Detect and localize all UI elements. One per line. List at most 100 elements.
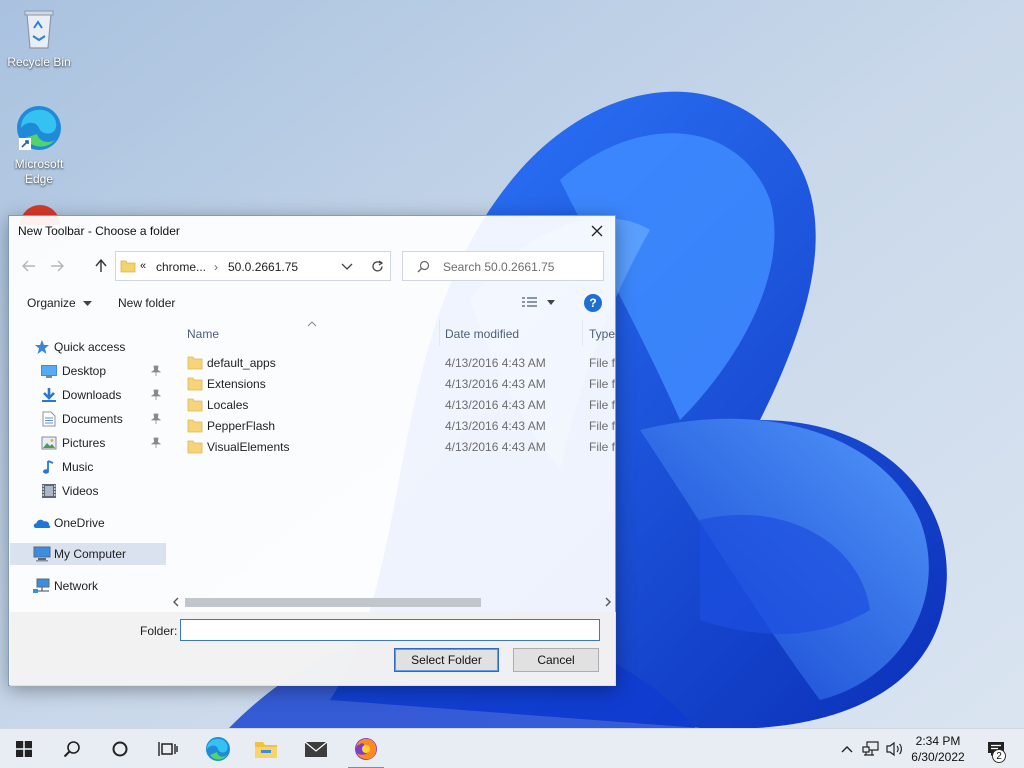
table-row[interactable]: Extensions 4/13/2016 4:43 AM File folder <box>175 373 615 394</box>
nav-label: Music <box>62 460 94 474</box>
search-icon <box>417 260 430 273</box>
back-button[interactable] <box>19 256 39 276</box>
desktop-icon-label: Recycle Bin <box>7 55 71 69</box>
show-hidden-icons-button[interactable] <box>838 729 856 768</box>
forward-button[interactable] <box>47 256 67 276</box>
help-button[interactable]: ? <box>584 294 602 312</box>
file-date: 4/13/2016 4:43 AM <box>445 377 546 391</box>
folder-icon <box>187 440 203 454</box>
close-button[interactable] <box>585 220 609 242</box>
dialog-footer: Folder: Select Folder Cancel <box>10 612 616 686</box>
nav-label: Quick access <box>54 340 126 354</box>
edge-icon <box>17 106 61 150</box>
nav-item-my-computer[interactable]: My Computer <box>10 543 166 565</box>
clock-time: 2:34 PM <box>915 734 961 748</box>
desktop-icon-recycle-bin[interactable]: Recycle Bin <box>4 6 74 70</box>
select-folder-button[interactable]: Select Folder <box>394 648 499 672</box>
caret-down-icon <box>83 301 93 306</box>
folder-icon <box>187 419 203 433</box>
help-icon: ? <box>589 296 597 310</box>
scroll-left-icon[interactable] <box>171 596 181 608</box>
pictures-icon <box>41 436 57 450</box>
organize-label: Organize <box>27 296 76 310</box>
navigation-row: « chrome... › 50.0.2661.75 Search 50.0.2… <box>9 250 615 282</box>
scroll-right-icon[interactable] <box>603 596 613 608</box>
cortana-button[interactable] <box>96 729 144 768</box>
nav-item-onedrive[interactable]: OneDrive <box>10 512 166 534</box>
folder-field-label: Folder: <box>140 624 178 638</box>
cancel-button[interactable]: Cancel <box>513 648 599 672</box>
nav-item-music[interactable]: Music <box>10 456 166 478</box>
table-row[interactable]: VisualElements 4/13/2016 4:43 AM File fo… <box>175 436 615 457</box>
view-options-button[interactable] <box>521 295 557 312</box>
nav-item-pictures[interactable]: Pictures <box>10 432 166 454</box>
taskbar-clock[interactable]: 2:34 PM 6/30/2022 <box>904 733 972 765</box>
table-row[interactable]: default_apps 4/13/2016 4:43 AM File fold… <box>175 352 615 373</box>
chevron-down-icon[interactable] <box>340 258 354 274</box>
taskbar: 2:34 PM 6/30/2022 2 <box>0 728 1024 768</box>
nav-label: Pictures <box>62 436 106 450</box>
cloud-icon <box>33 519 51 528</box>
arrow-up-icon <box>95 259 107 272</box>
task-view-button[interactable] <box>144 729 192 768</box>
column-header-name[interactable]: Name <box>175 320 439 346</box>
computer-icon <box>33 546 51 562</box>
up-button[interactable] <box>91 256 111 276</box>
refresh-button[interactable] <box>364 251 391 281</box>
navigation-pane: Quick access Desktop Downloads Documents… <box>10 320 166 612</box>
file-type: File folder <box>589 377 615 391</box>
taskbar-firefox[interactable] <box>342 729 390 768</box>
horizontal-scrollbar[interactable] <box>167 594 615 611</box>
organize-button[interactable]: Organize <box>27 296 93 310</box>
file-name: default_apps <box>207 356 276 370</box>
pin-icon[interactable] <box>151 413 161 425</box>
edge-icon <box>206 737 230 761</box>
close-icon <box>591 225 603 237</box>
nav-item-videos[interactable]: Videos <box>10 480 166 502</box>
file-date: 4/13/2016 4:43 AM <box>445 398 546 412</box>
desktop-icon-microsoft-edge[interactable]: Microsoft Edge <box>4 104 74 187</box>
pin-icon[interactable] <box>151 365 161 377</box>
taskbar-mail[interactable] <box>292 729 340 768</box>
taskbar-search-button[interactable] <box>48 729 96 768</box>
column-header-date[interactable]: Date modified <box>440 320 582 346</box>
breadcrumb-version[interactable]: 50.0.2661.75 <box>228 260 298 274</box>
task-view-icon <box>158 742 178 756</box>
network-status-button[interactable] <box>860 729 882 768</box>
taskbar-file-explorer[interactable] <box>242 729 290 768</box>
search-box[interactable]: Search 50.0.2661.75 <box>402 251 604 281</box>
file-name: VisualElements <box>207 440 290 454</box>
column-header-label: Date modified <box>445 327 520 341</box>
new-folder-button[interactable]: New folder <box>118 296 175 310</box>
search-icon <box>63 741 80 758</box>
nav-item-network[interactable]: Network <box>10 575 166 597</box>
file-date: 4/13/2016 4:43 AM <box>445 356 546 370</box>
volume-button[interactable] <box>884 729 906 768</box>
taskbar-edge[interactable] <box>194 729 242 768</box>
address-bar[interactable]: « chrome... › 50.0.2661.75 <box>115 251 367 281</box>
folder-input[interactable] <box>180 619 600 641</box>
speaker-icon <box>886 741 902 757</box>
breadcrumb-overflow[interactable]: « <box>140 260 146 272</box>
breadcrumb-chrome[interactable]: chrome... <box>156 260 206 274</box>
nav-label: Desktop <box>62 364 107 378</box>
file-explorer-icon <box>255 742 277 758</box>
notification-count-badge: 2 <box>992 749 1006 763</box>
folder-icon <box>187 356 203 370</box>
column-header-type[interactable]: Type <box>583 320 615 346</box>
network-icon <box>33 578 50 593</box>
nav-item-documents[interactable]: Documents <box>10 408 166 430</box>
start-button[interactable] <box>0 729 48 768</box>
table-row[interactable]: Locales 4/13/2016 4:43 AM File folder <box>175 394 615 415</box>
nav-label: Downloads <box>62 388 122 402</box>
nav-label: OneDrive <box>54 516 105 530</box>
nav-item-desktop[interactable]: Desktop <box>10 360 166 382</box>
nav-item-quick-access[interactable]: Quick access <box>10 336 166 358</box>
dialog-titlebar[interactable]: New Toolbar - Choose a folder <box>9 216 615 246</box>
scrollbar-thumb[interactable] <box>185 598 481 607</box>
command-toolbar: Organize New folder ? <box>9 288 615 318</box>
pin-icon[interactable] <box>151 437 161 449</box>
nav-item-downloads[interactable]: Downloads <box>10 384 166 406</box>
table-row[interactable]: PepperFlash 4/13/2016 4:43 AM File folde… <box>175 415 615 436</box>
pin-icon[interactable] <box>151 389 161 401</box>
